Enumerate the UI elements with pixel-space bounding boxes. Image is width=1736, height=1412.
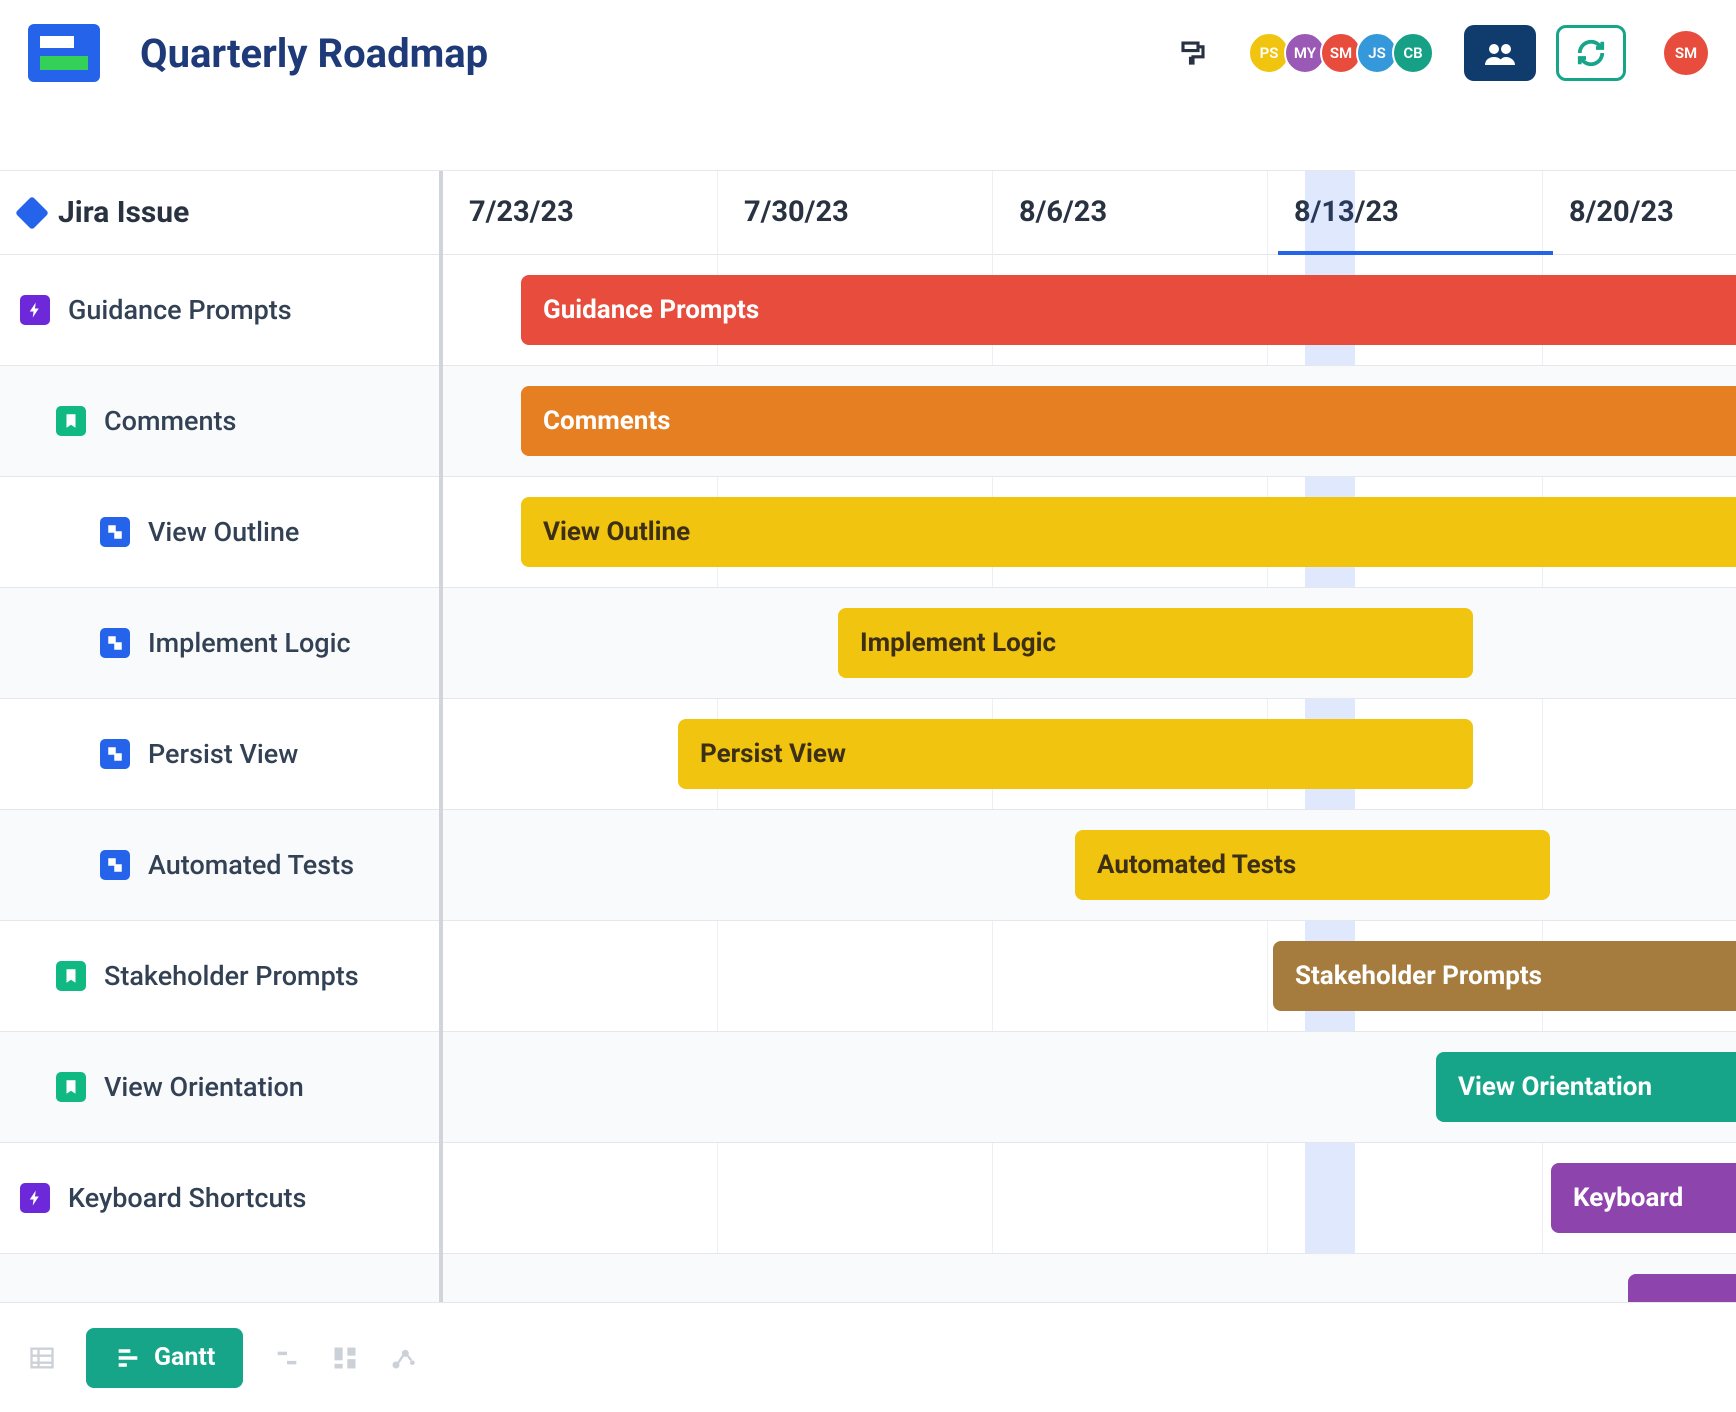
gantt-bar[interactable] (1628, 1274, 1736, 1302)
task-label: Keyboard Shortcuts (68, 1182, 306, 1214)
table-view-button[interactable] (28, 1328, 56, 1388)
task-row[interactable]: Guidance Prompts (0, 255, 439, 366)
epic-icon (20, 295, 50, 325)
refresh-button[interactable] (1556, 25, 1626, 81)
gantt-bar[interactable]: Implement Logic (838, 608, 1473, 678)
app-logo-icon[interactable] (28, 24, 100, 82)
timeline-row: Stakeholder Prompts (443, 921, 1736, 1032)
timeline-row: View Orientation (443, 1032, 1736, 1143)
timeline-row: View Outline (443, 477, 1736, 588)
collaborator-avatars[interactable]: PSMYSMJSCB (1248, 32, 1434, 74)
board-view-button[interactable] (331, 1328, 359, 1388)
gantt-timeline[interactable]: 7/23/237/30/238/6/238/13/238/20/23 Guida… (443, 171, 1736, 1302)
task-label: Automated Tests (148, 849, 354, 881)
timeline-row: Guidance Prompts (443, 255, 1736, 366)
gantt-bar[interactable]: Stakeholder Prompts (1273, 941, 1736, 1011)
timeline-row: Automated Tests (443, 810, 1736, 921)
gantt-bar[interactable]: View Orientation (1436, 1052, 1736, 1122)
gantt-view-button[interactable]: Gantt (86, 1328, 243, 1388)
task-row[interactable] (0, 1254, 439, 1302)
subtask-icon (100, 628, 130, 658)
gantt-view-label: Gantt (154, 1343, 215, 1372)
task-label: Guidance Prompts (68, 294, 292, 326)
task-row[interactable]: Implement Logic (0, 588, 439, 699)
gantt-bar[interactable]: Automated Tests (1075, 830, 1550, 900)
subtask-icon (100, 739, 130, 769)
collaborator-avatar[interactable]: CB (1392, 32, 1434, 74)
gantt-bar[interactable]: Guidance Prompts (521, 275, 1736, 345)
timeline-row: Persist View (443, 699, 1736, 810)
timeline-body: Guidance Prompts Comments View Outline Impl… (443, 255, 1736, 1302)
story-icon (56, 406, 86, 436)
story-icon (56, 1072, 86, 1102)
story-icon (56, 961, 86, 991)
network-view-button[interactable] (389, 1328, 417, 1388)
task-label: Stakeholder Prompts (104, 960, 359, 992)
gantt-bar[interactable]: Comments (521, 386, 1736, 456)
sidebar-header-label: Jira Issue (58, 195, 189, 230)
timeline-view-button[interactable] (273, 1328, 301, 1388)
task-row[interactable]: Comments (0, 366, 439, 477)
task-row[interactable]: Persist View (0, 699, 439, 810)
task-label: View Outline (148, 516, 299, 548)
epic-icon (20, 1183, 50, 1213)
task-label: Implement Logic (148, 627, 351, 659)
subtask-icon (100, 517, 130, 547)
current-user-avatar[interactable]: SM (1664, 31, 1708, 75)
header-actions: PSMYSMJSCB SM (1178, 25, 1708, 81)
format-painter-icon[interactable] (1178, 38, 1208, 68)
timeline-row: Implement Logic (443, 588, 1736, 699)
task-row[interactable]: View Orientation (0, 1032, 439, 1143)
view-switcher-toolbar: Gantt (0, 1302, 1736, 1412)
header: Quarterly Roadmap PSMYSMJSCB SM (0, 0, 1736, 112)
task-row[interactable]: Stakeholder Prompts (0, 921, 439, 1032)
gantt-bar[interactable]: Keyboard (1551, 1163, 1736, 1233)
task-sidebar: Jira Issue Guidance Prompts Comments View … (0, 171, 443, 1302)
share-button[interactable] (1464, 25, 1536, 81)
task-label: Persist View (148, 738, 298, 770)
page-title: Quarterly Roadmap (140, 30, 1178, 77)
task-label: View Orientation (104, 1071, 304, 1103)
sidebar-header[interactable]: Jira Issue (0, 171, 439, 255)
task-row[interactable]: Automated Tests (0, 810, 439, 921)
task-label: Comments (104, 405, 236, 437)
jira-icon (15, 196, 49, 230)
gantt-bar[interactable]: View Outline (521, 497, 1736, 567)
task-row[interactable]: Keyboard Shortcuts (0, 1143, 439, 1254)
timeline-row (443, 1254, 1736, 1302)
timeline-row: Keyboard (443, 1143, 1736, 1254)
task-row[interactable]: View Outline (0, 477, 439, 588)
gantt-bar[interactable]: Persist View (678, 719, 1473, 789)
timeline-row: Comments (443, 366, 1736, 477)
subtask-icon (100, 850, 130, 880)
